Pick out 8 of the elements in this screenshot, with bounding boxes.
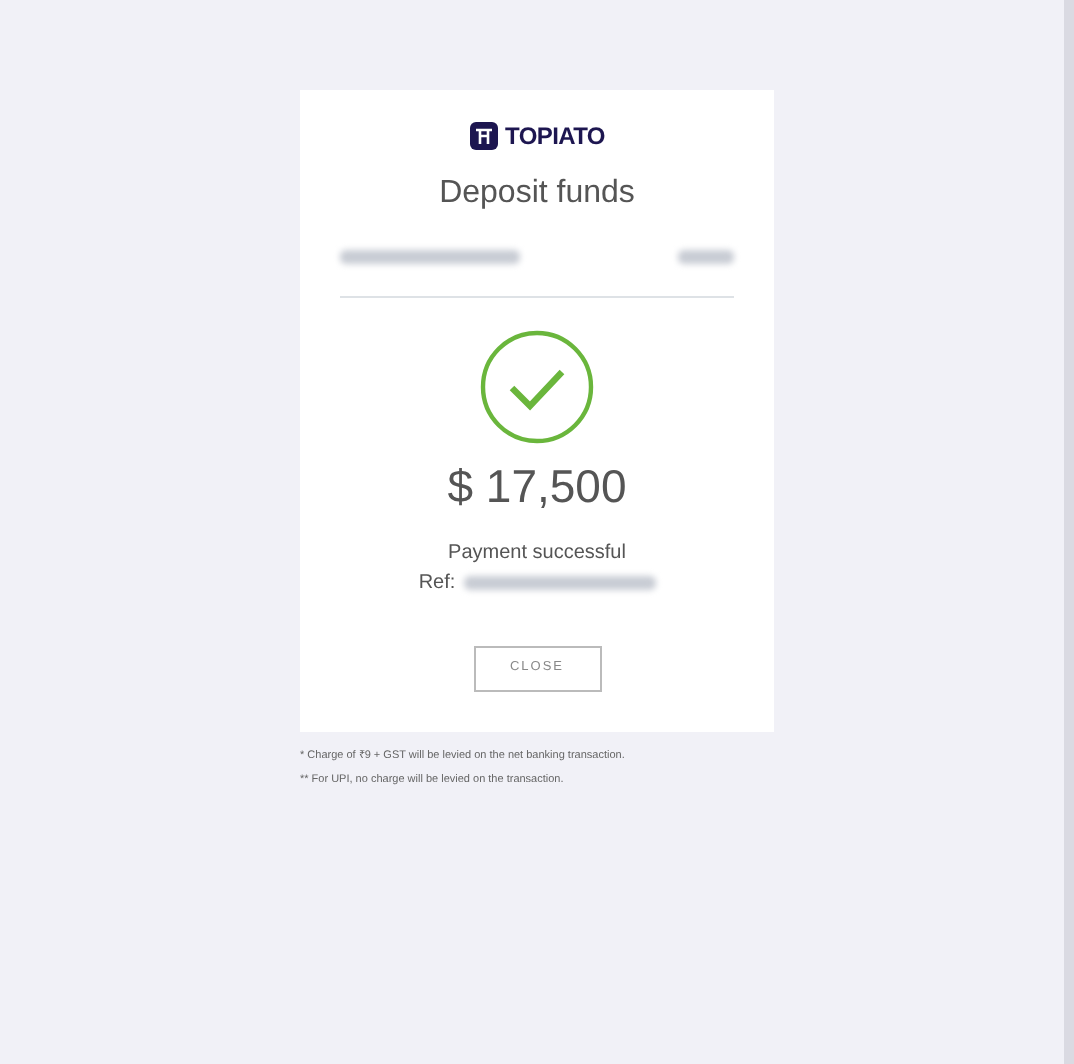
logo-text: TOPIATO — [505, 120, 605, 154]
status-text: Payment successful — [446, 539, 628, 567]
ref-label: Ref: — [418, 569, 456, 597]
success-check-icon — [480, 330, 594, 444]
amount: $ 17,500 — [445, 458, 629, 516]
page-title: Deposit funds — [437, 174, 637, 214]
redacted-text — [678, 250, 734, 264]
logo-icon — [469, 122, 498, 150]
